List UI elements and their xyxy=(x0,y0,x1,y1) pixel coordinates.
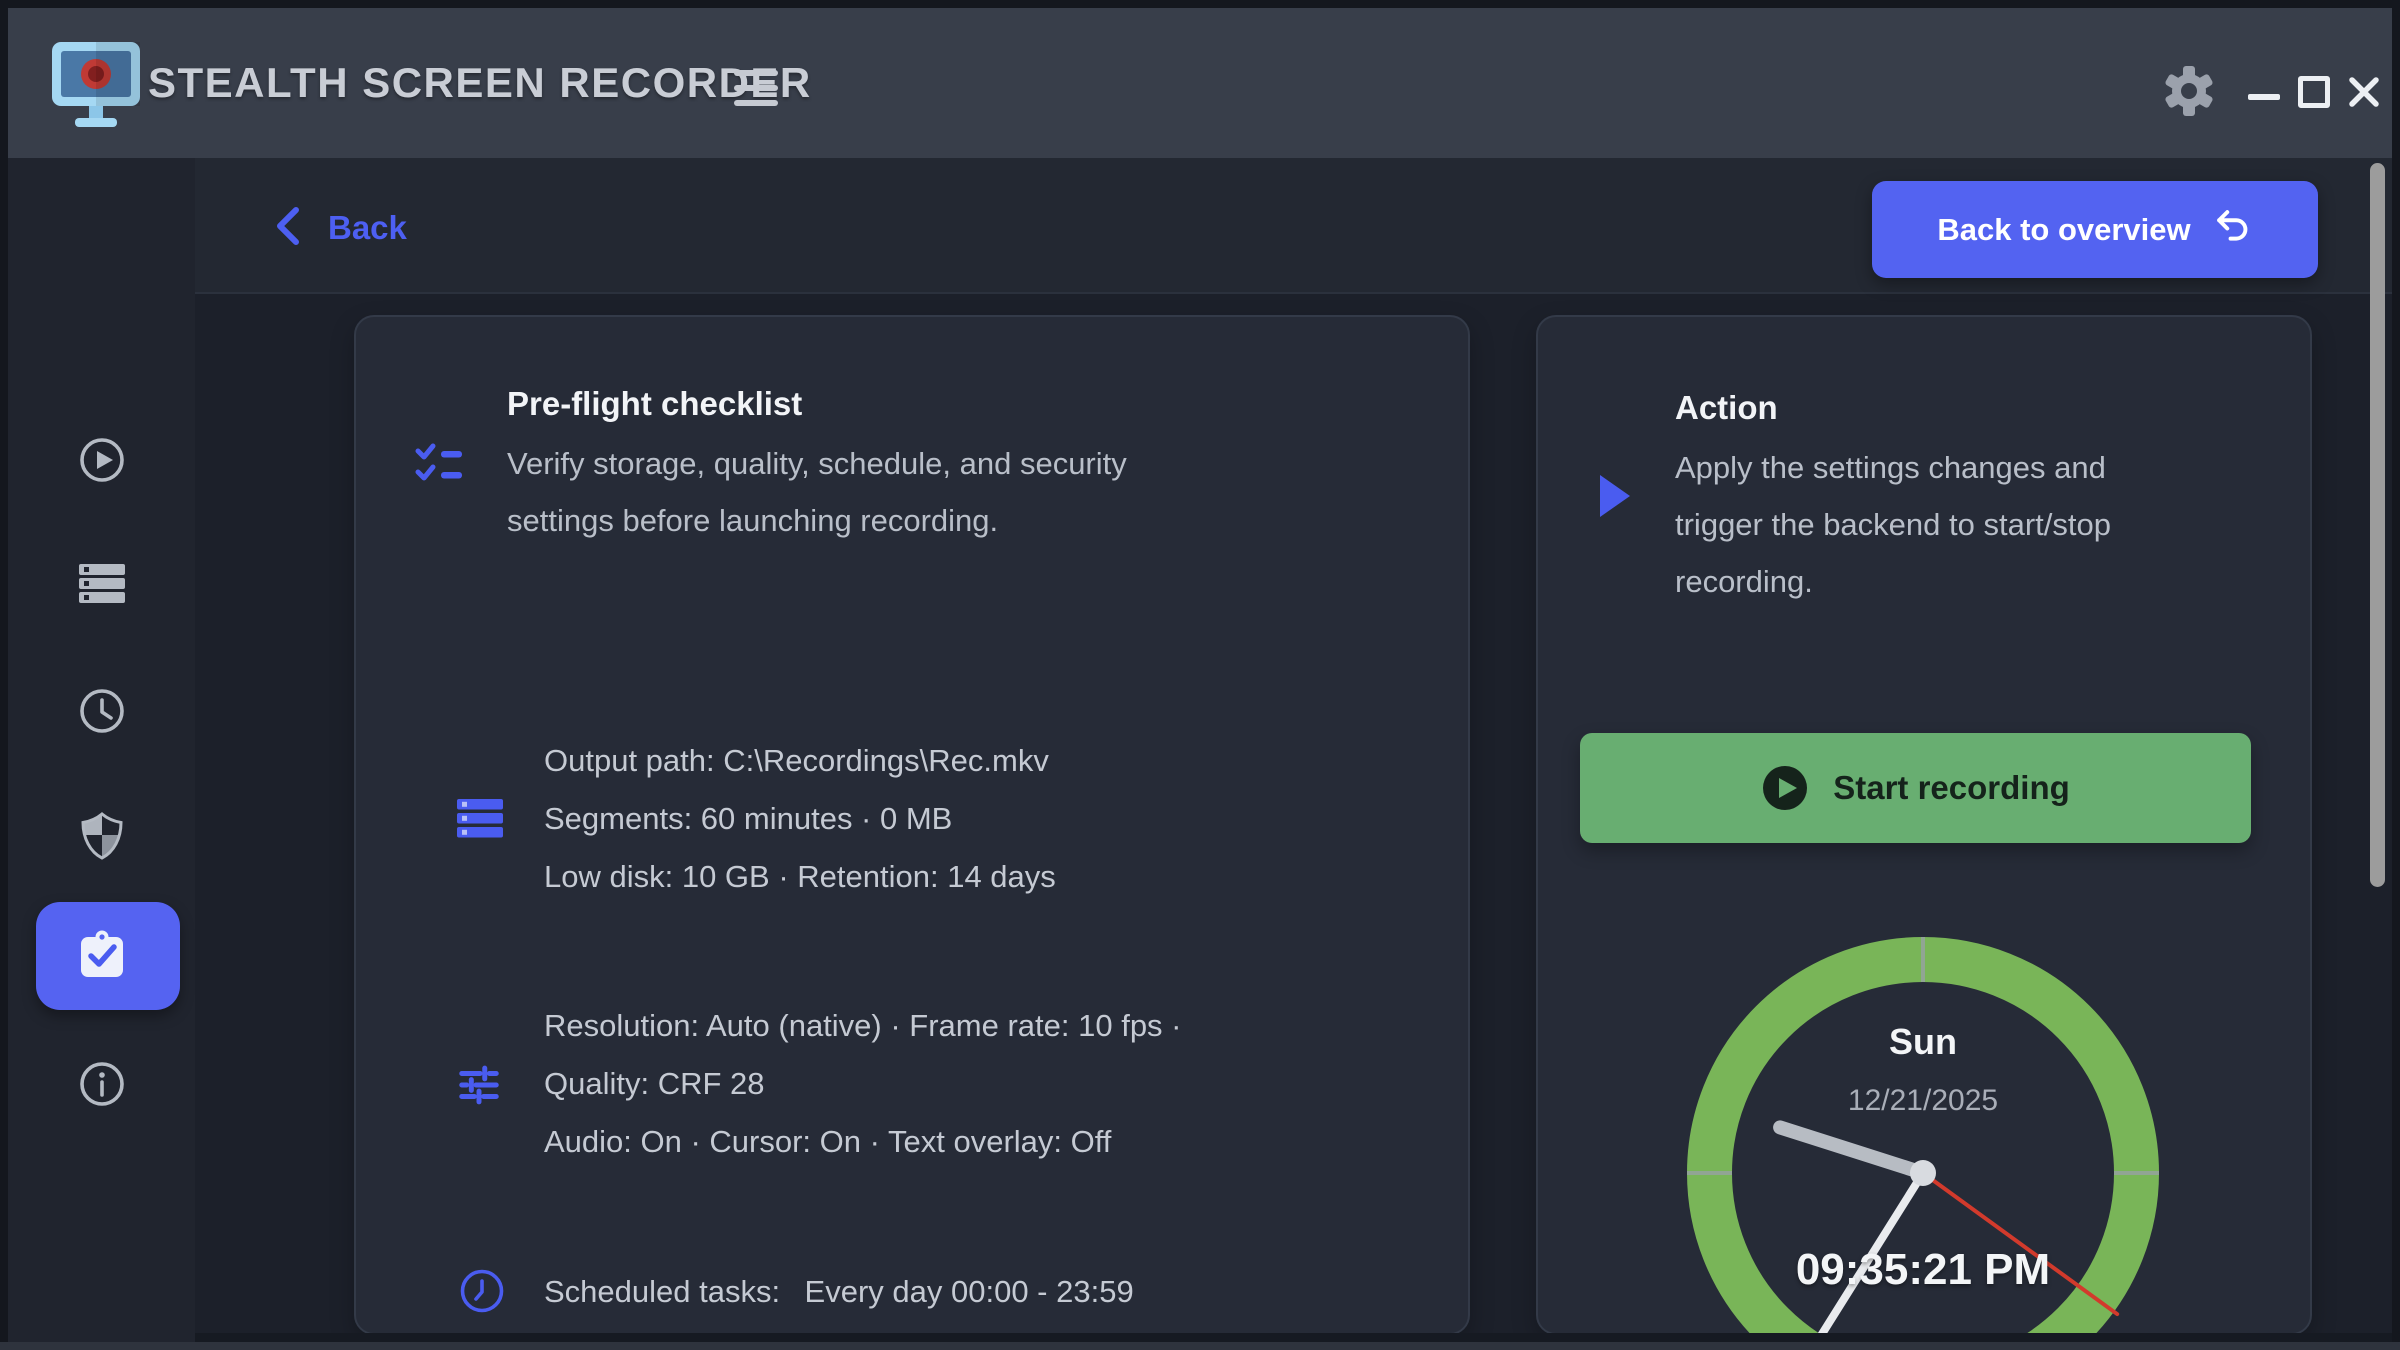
settings-gear-icon[interactable] xyxy=(2164,66,2214,121)
clipboard-check-icon xyxy=(78,928,126,985)
back-link[interactable]: Back xyxy=(270,196,407,260)
clock-center-dot xyxy=(1910,1160,1936,1186)
checklist-description: Verify storage, quality, schedule, and s… xyxy=(507,435,1127,549)
scroll-bottom-shadow xyxy=(195,1333,2392,1342)
titlebar: STEALTH SCREEN RECORDER xyxy=(8,8,2392,158)
window-bottom-edge xyxy=(0,1342,2400,1350)
preflight-checklist-card: Pre-flight checklist Verify storage, qua… xyxy=(354,315,1470,1335)
back-to-overview-label: Back to overview xyxy=(1937,212,2190,248)
clock-hour-hand xyxy=(1780,1127,1923,1173)
rows-icon xyxy=(77,563,127,610)
schedule-label: Scheduled tasks: xyxy=(544,1274,780,1309)
storage-summary: Output path: C:\Recordings\Rec.mkv Segme… xyxy=(544,732,1056,906)
info-icon xyxy=(78,1060,126,1113)
quality-summary: Resolution: Auto (native) · Frame rate: … xyxy=(544,997,1182,1171)
app-title: STEALTH SCREEN RECORDER xyxy=(148,8,812,158)
back-label: Back xyxy=(328,209,407,247)
scrollbar-thumb[interactable] xyxy=(2370,163,2385,887)
app-logo-monitor-icon xyxy=(44,40,154,137)
schedule-summary: Scheduled tasks: Every day 00:00 - 23:59 xyxy=(544,1272,1134,1312)
shield-icon xyxy=(78,811,126,868)
minimize-button[interactable] xyxy=(2248,94,2280,100)
chevron-left-icon xyxy=(270,202,306,255)
clock-date: 12/21/2025 xyxy=(1538,1084,2308,1118)
schedule-value: Every day 00:00 - 23:59 xyxy=(805,1274,1134,1309)
schedule-clock-icon xyxy=(458,1267,506,1320)
sidebar-item-about[interactable] xyxy=(8,1038,195,1134)
checklist-icon xyxy=(414,442,466,491)
sidebar-item-schedule[interactable] xyxy=(8,665,195,761)
analog-clock xyxy=(1538,317,2312,1335)
sidebar-item-player[interactable] xyxy=(8,414,195,510)
back-to-overview-button[interactable]: Back to overview xyxy=(1872,181,2318,278)
play-circle-icon xyxy=(78,436,126,489)
clock-day: Sun xyxy=(1538,1021,2308,1063)
checklist-card-title: Pre-flight checklist xyxy=(507,385,802,423)
clock-icon xyxy=(78,687,126,740)
sidebar-item-checklist[interactable] xyxy=(8,908,195,1004)
clock-time: 09:35:21 PM xyxy=(1538,1245,2308,1295)
undo-arrow-icon xyxy=(2213,208,2253,252)
sidebar-item-security[interactable] xyxy=(8,791,195,887)
storage-rows-icon xyxy=(456,799,504,844)
maximize-button[interactable] xyxy=(2298,76,2330,108)
app-window: STEALTH SCREEN RECORDER xyxy=(0,0,2400,1350)
menu-hamburger-icon[interactable] xyxy=(734,58,794,118)
quality-sliders-icon xyxy=(456,1062,502,1113)
action-card: Action Apply the settings changes and tr… xyxy=(1536,315,2312,1335)
close-button[interactable] xyxy=(2346,74,2382,115)
sidebar xyxy=(8,158,195,1342)
sidebar-item-recordings[interactable] xyxy=(8,538,195,634)
